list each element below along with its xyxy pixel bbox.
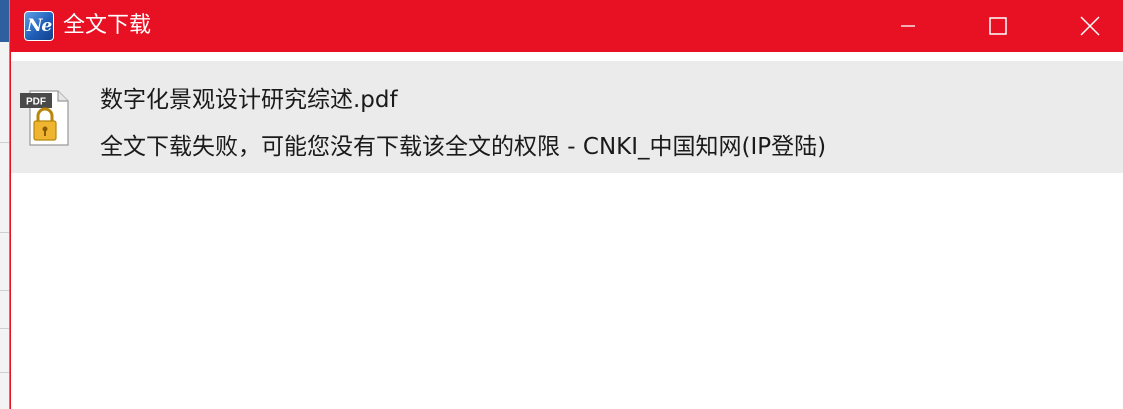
download-dialog: Ne 全文下载 PDF 数字化景观设计研究综述.pdf 全文下载失败，可能您没有… [10,0,1123,409]
download-status-message: 全文下载失败，可能您没有下载该全文的权限 - CNKI_中国知网(IP登陆) [100,134,827,160]
window-title: 全文下载 [63,13,152,38]
locked-pdf-icon: PDF [20,90,69,146]
app-logo-text: Ne [26,16,52,36]
background-divider [0,232,9,233]
minimize-button[interactable] [885,0,931,52]
app-logo-icon: Ne [24,11,54,41]
minimize-icon [901,25,915,27]
close-icon [1080,16,1100,36]
close-button[interactable] [1067,0,1113,52]
background-divider [0,372,9,373]
background-divider [0,328,9,329]
file-type-label: PDF [26,97,46,108]
background-window-titlebar [0,0,9,42]
maximize-button[interactable] [975,0,1021,52]
background-divider [0,290,9,291]
file-name: 数字化景观设计研究综述.pdf [100,87,398,113]
maximize-icon [989,17,1007,35]
download-item[interactable]: PDF 数字化景观设计研究综述.pdf 全文下载失败，可能您没有下载该全文的权限… [11,61,1123,173]
background-window-edge [0,0,10,409]
background-divider [0,142,9,143]
titlebar[interactable]: Ne 全文下载 [11,0,1123,52]
